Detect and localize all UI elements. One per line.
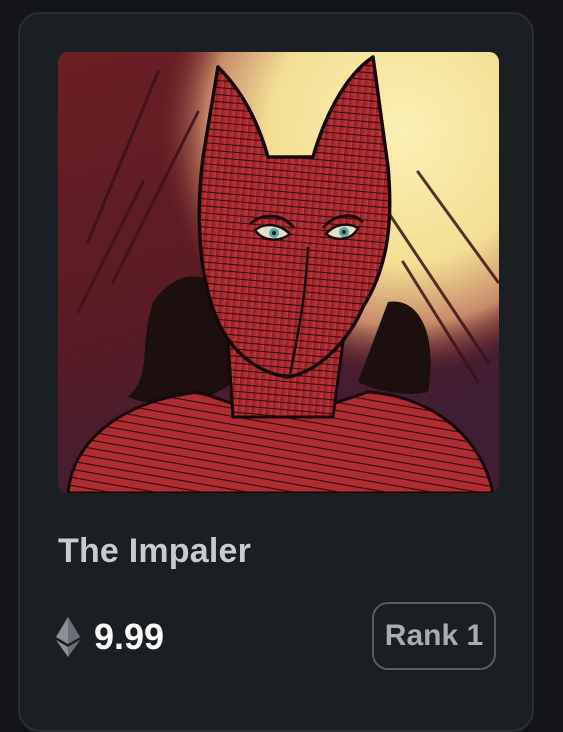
nft-artwork-image[interactable] xyxy=(58,52,499,493)
rank-badge: Rank 1 xyxy=(372,602,496,670)
nft-title: The Impaler xyxy=(58,532,252,570)
nft-card[interactable]: The Impaler 9.99 Rank 1 xyxy=(18,12,534,732)
ethereum-icon xyxy=(56,617,80,657)
nft-price: 9.99 xyxy=(94,616,165,657)
price-row: 9.99 xyxy=(56,614,164,660)
